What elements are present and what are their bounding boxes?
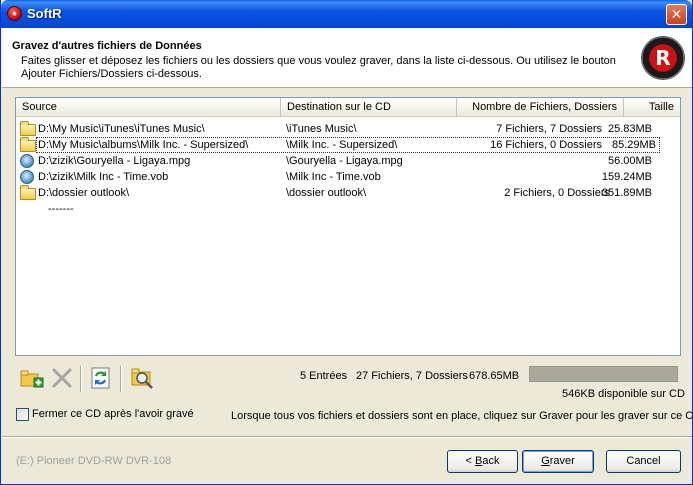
row-source: D:\zizik\Milk Inc - Time.vob [38,171,169,183]
list-row[interactable]: D:\zizik\Milk Inc - Time.vob \Milk Inc -… [16,169,680,185]
row-size: 85.29MB [611,139,656,151]
drive-label: (E:) Pioneer DVD-RW DVR-108 [16,455,172,467]
column-destination[interactable]: Destination sur le CD [281,98,457,116]
back-button[interactable]: < Back [447,450,518,473]
column-size[interactable]: Taille [624,98,680,116]
close-button[interactable]: ✕ [666,4,687,25]
refresh-icon[interactable] [89,366,113,390]
row-destination: \Milk Inc. - Supersized\ [286,139,398,151]
row-count: 2 Fichiers, 0 Dossiers [504,187,610,199]
cd-capacity-fill [530,367,677,381]
logo-letter: R [655,46,671,70]
file-list[interactable]: Source Destination sur le CD Nombre de F… [15,97,681,356]
row-destination: \Milk Inc - Time.vob [286,171,381,183]
search-folder-icon[interactable] [131,366,155,390]
folder-icon [20,121,36,136]
row-count: 16 Fichiers, 0 Dossiers [490,139,602,151]
toolbar-separator [120,366,122,392]
row-size: 25.83MB [607,123,652,135]
row-size: 351.89MB [601,187,652,199]
bottom-separator [2,436,692,438]
remove-icon[interactable] [50,366,74,390]
column-count[interactable]: Nombre de Fichiers, Dossiers [457,98,624,116]
row-destination: \dossier outlook\ [286,187,367,199]
burn-button[interactable]: Graver [522,450,594,473]
back-prefix: < [465,455,475,467]
totals-count: 27 Fichiers, 7 Dossiers [356,370,468,382]
softr-logo-icon: R [642,37,684,79]
space-available: 546KB disponible sur CD [562,388,685,400]
row-source: D:\My Music\albums\Milk Inc. - Supersize… [38,139,249,151]
list-row[interactable]: D:\zizik\Gouryella - Ligaya.mpg \Gouryel… [16,153,680,169]
add-files-folders-icon[interactable] [20,366,44,390]
row-source: D:\dossier outlook\ [38,187,130,199]
folder-icon [20,137,36,152]
wizard-header: Gravez d'autres fichiers de Données Fait… [2,28,692,88]
window-title: SoftR [27,6,62,21]
row-source: D:\My Music\iTunes\iTunes Music\ [38,123,205,135]
list-row[interactable]: D:\My Music\iTunes\iTunes Music\ \iTunes… [16,121,680,137]
burn-hint: Lorsque tous vos fichiers et dossiers so… [231,410,693,422]
row-count: 7 Fichiers, 7 Dossiers [496,123,602,135]
softr-app-icon: ● [7,6,22,21]
back-rest: ack [482,455,500,467]
row-destination: \iTunes Music\ [286,123,357,135]
row-size: 56.00MB [607,155,652,167]
total-size: 678.65MB [469,370,520,382]
row-source: D:\zizik\Gouryella - Ligaya.mpg [38,155,191,167]
toolbar-separator [80,366,82,392]
page-description: Faites glisser et déposez les fichiers o… [21,55,616,80]
cancel-button[interactable]: Cancel [606,450,681,473]
page-title: Gravez d'autres fichiers de Données [12,40,202,52]
row-size: 159.24MB [601,171,652,183]
list-row[interactable]: D:\dossier outlook\ \dossier outlook\ 2 … [16,185,680,201]
close-cd-checkbox[interactable] [16,408,29,421]
list-row-focused[interactable]: D:\My Music\albums\Milk Inc. - Supersize… [20,137,660,153]
burn-accel: G [541,455,550,467]
entries-count: 5 Entrées [300,370,348,382]
folder-icon [20,185,36,200]
column-source[interactable]: Source [16,98,281,116]
list-placeholder: ------- [48,203,74,215]
title-bar[interactable]: ● SoftR ✕ [1,0,692,28]
column-headers: Source Destination sur le CD Nombre de F… [16,98,680,117]
cd-capacity-bar [529,366,678,382]
softr-window: ● SoftR ✕ Gravez d'autres fichiers de Do… [0,0,693,485]
row-destination: \Gouryella - Ligaya.mpg [286,155,403,167]
media-file-icon [20,170,34,184]
media-file-icon [20,154,34,168]
burn-rest: raver [549,455,575,467]
close-cd-label[interactable]: Fermer ce CD après l'avoir gravé [32,408,194,420]
